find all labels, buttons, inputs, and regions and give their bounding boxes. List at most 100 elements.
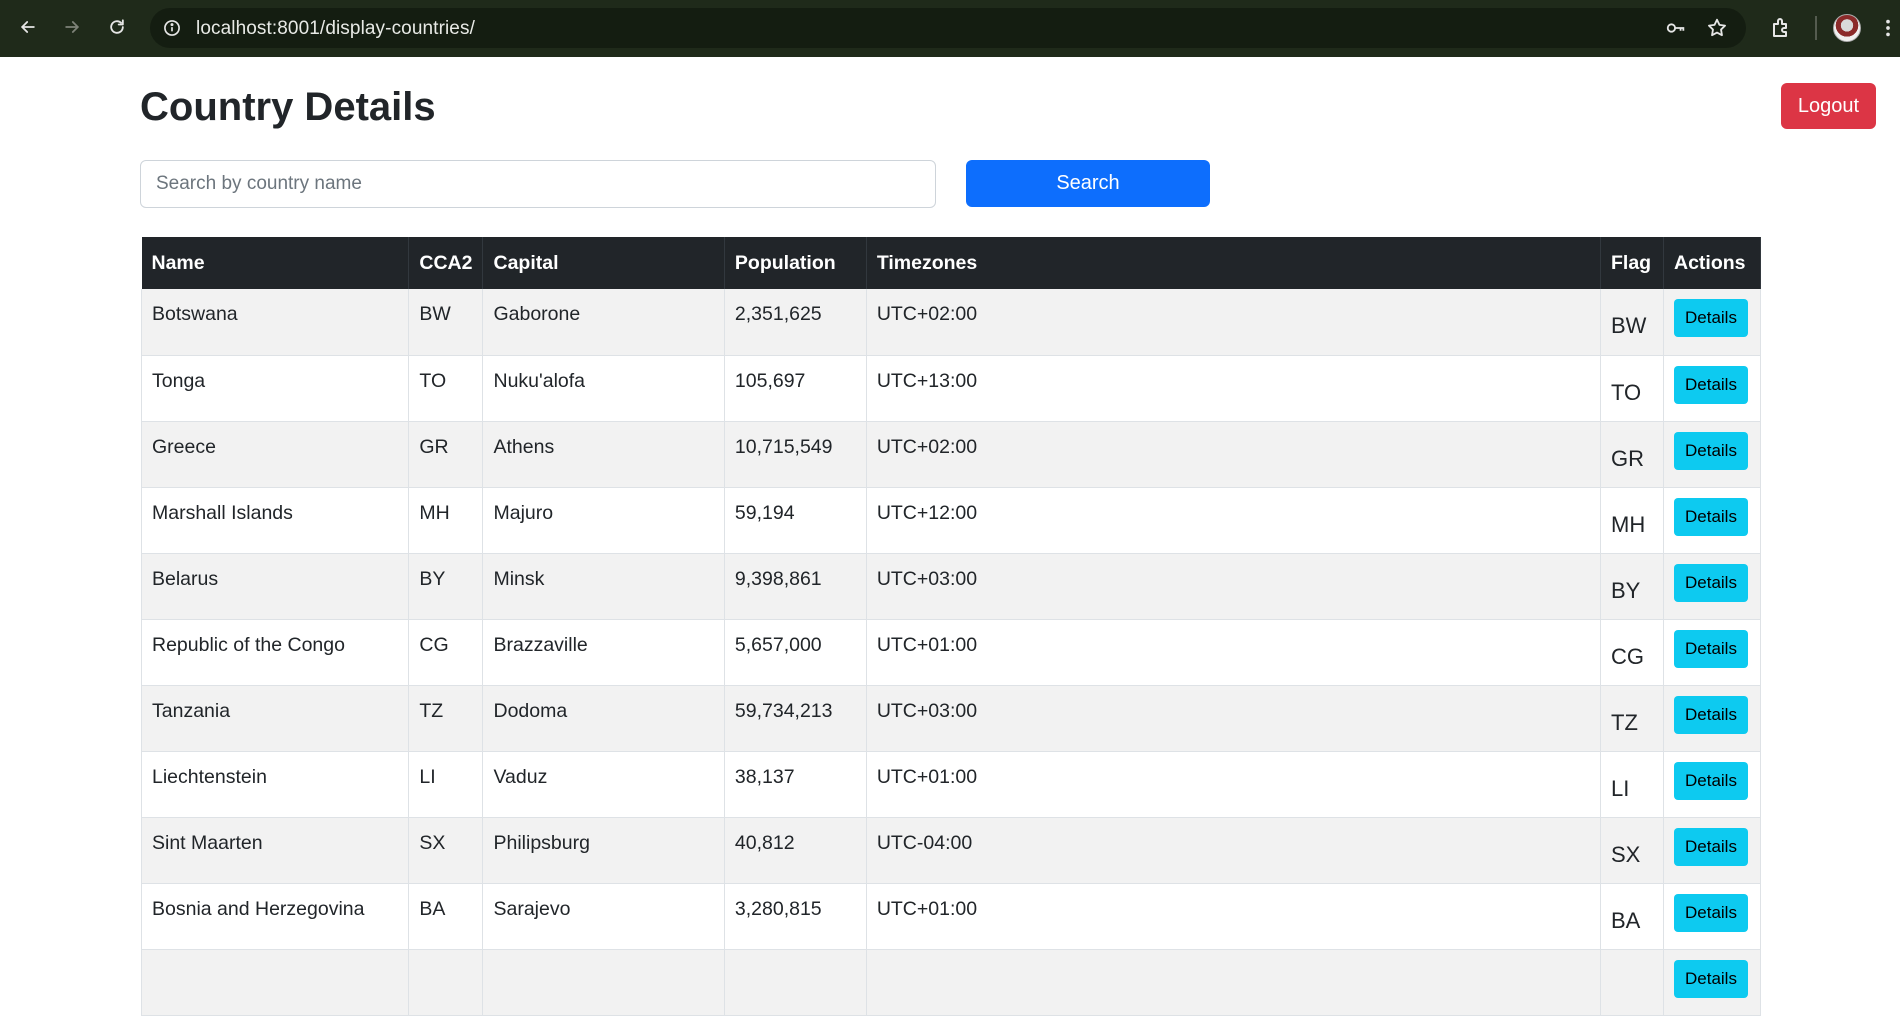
cell-name: Botswana: [140, 289, 410, 356]
forward-icon[interactable]: [56, 11, 88, 43]
table-row: Tanzania TZ Dodoma 59,734,213 UTC+03:00 TZ Det…: [140, 685, 1762, 752]
cell-cca2: [408, 949, 484, 1016]
cell-population: 2,351,625: [724, 289, 867, 356]
cell-name: Greece: [140, 421, 410, 488]
table-body: Botswana BW Gaborone 2,351,625 UTC+02:00 BW De…: [140, 289, 1762, 1016]
browser-toolbar: localhost:8001/display-countries/: [0, 0, 1900, 57]
cell-timezones: UTC+03:00: [866, 553, 1602, 620]
profile-avatar[interactable]: [1833, 14, 1861, 42]
logout-button[interactable]: Logout: [1781, 83, 1876, 129]
cell-cca2: GR: [408, 421, 484, 488]
reload-icon[interactable]: [101, 11, 133, 43]
cell-cca2: BA: [408, 883, 484, 950]
column-header-population: Population: [724, 237, 867, 289]
table-row: Marshall Islands MH Majuro 59,194 UTC+12:00 M…: [140, 487, 1762, 554]
cell-capital: Dodoma: [482, 685, 725, 752]
cell-name: Liechtenstein: [140, 751, 410, 818]
cell-flag: SX: [1600, 817, 1664, 884]
details-button[interactable]: Details: [1673, 695, 1748, 734]
cell-actions: Details: [1663, 751, 1762, 818]
toolbar-divider: [1815, 16, 1817, 40]
search-input[interactable]: [140, 160, 936, 208]
cell-actions: Details: [1663, 685, 1762, 752]
cell-cca2: SX: [408, 817, 484, 884]
column-header-name: Name: [141, 237, 410, 289]
cell-timezones: UTC+02:00: [866, 421, 1602, 488]
cell-population: 59,194: [724, 487, 867, 554]
cell-cca2: TO: [408, 355, 484, 422]
cell-flag: TZ: [1600, 685, 1664, 752]
details-button[interactable]: Details: [1673, 761, 1748, 800]
table-row: Greece GR Athens 10,715,549 UTC+02:00 GR Detai…: [140, 421, 1762, 488]
cell-capital: Gaborone: [482, 289, 725, 356]
table-row: Sint Maarten SX Philipsburg 40,812 UTC-04:00…: [140, 817, 1762, 884]
cell-timezones: [866, 949, 1602, 1016]
cell-flag: CG: [1600, 619, 1664, 686]
cell-cca2: BY: [408, 553, 484, 620]
cell-population: 40,812: [724, 817, 867, 884]
cell-name: Republic of the Congo: [140, 619, 410, 686]
details-button[interactable]: Details: [1673, 365, 1748, 404]
cell-population: [724, 949, 867, 1016]
cell-name: [140, 949, 410, 1016]
details-button[interactable]: Details: [1673, 893, 1748, 932]
table-header-row: Name CCA2 Capital Population Timezones F…: [141, 237, 1762, 289]
cell-actions: Details: [1663, 421, 1762, 488]
details-button[interactable]: Details: [1673, 629, 1748, 668]
key-icon[interactable]: [1664, 16, 1688, 40]
details-button[interactable]: Details: [1673, 497, 1748, 536]
cell-actions: Details: [1663, 289, 1762, 356]
cell-timezones: UTC+01:00: [866, 751, 1602, 818]
cell-name: Sint Maarten: [140, 817, 410, 884]
countries-table: Name CCA2 Capital Population Timezones F…: [140, 237, 1762, 1016]
cell-population: 59,734,213: [724, 685, 867, 752]
cell-timezones: UTC+02:00: [866, 289, 1602, 356]
kebab-menu-icon[interactable]: [1883, 14, 1893, 42]
column-header-capital: Capital: [482, 237, 725, 289]
cell-population: 3,280,815: [724, 883, 867, 950]
column-header-actions: Actions: [1663, 237, 1762, 289]
table-row: Details: [140, 949, 1762, 1016]
cell-name: Bosnia and Herzegovina: [140, 883, 410, 950]
cell-timezones: UTC+03:00: [866, 685, 1602, 752]
cell-name: Tanzania: [140, 685, 410, 752]
cell-timezones: UTC+12:00: [866, 487, 1602, 554]
cell-flag: LI: [1600, 751, 1664, 818]
page-title: Country Details: [140, 85, 436, 129]
cell-capital: Philipsburg: [482, 817, 725, 884]
cell-capital: Vaduz: [482, 751, 725, 818]
table-row: Liechtenstein LI Vaduz 38,137 UTC+01:00 LI Det…: [140, 751, 1762, 818]
search-button[interactable]: Search: [966, 160, 1210, 207]
cell-timezones: UTC+01:00: [866, 619, 1602, 686]
column-header-timezones: Timezones: [866, 237, 1602, 289]
back-icon[interactable]: [12, 11, 44, 43]
cell-flag: BY: [1600, 553, 1664, 620]
bookmark-star-icon[interactable]: [1705, 16, 1729, 40]
details-button[interactable]: Details: [1673, 431, 1748, 470]
cell-capital: Nuku'alofa: [482, 355, 725, 422]
details-button[interactable]: Details: [1673, 959, 1748, 998]
cell-population: 38,137: [724, 751, 867, 818]
cell-flag: BA: [1600, 883, 1664, 950]
extensions-icon[interactable]: [1768, 15, 1794, 41]
cell-capital: Athens: [482, 421, 725, 488]
table-row: Republic of the Congo CG Brazzaville 5,657,…: [140, 619, 1762, 686]
details-button[interactable]: Details: [1673, 827, 1748, 866]
address-bar[interactable]: localhost:8001/display-countries/: [150, 8, 1746, 48]
cell-actions: Details: [1663, 553, 1762, 620]
cell-cca2: MH: [408, 487, 484, 554]
cell-flag: BW: [1600, 289, 1664, 356]
cell-cca2: BW: [408, 289, 484, 356]
site-info-icon[interactable]: [160, 16, 184, 40]
column-header-cca2: CCA2: [408, 237, 484, 289]
cell-capital: [482, 949, 725, 1016]
details-button[interactable]: Details: [1673, 299, 1748, 337]
cell-population: 105,697: [724, 355, 867, 422]
table-row: Belarus BY Minsk 9,398,861 UTC+03:00 BY Detail…: [140, 553, 1762, 620]
address-url[interactable]: localhost:8001/display-countries/: [196, 18, 475, 40]
cell-flag: MH: [1600, 487, 1664, 554]
cell-population: 5,657,000: [724, 619, 867, 686]
cell-actions: Details: [1663, 619, 1762, 686]
cell-cca2: LI: [408, 751, 484, 818]
details-button[interactable]: Details: [1673, 563, 1748, 602]
